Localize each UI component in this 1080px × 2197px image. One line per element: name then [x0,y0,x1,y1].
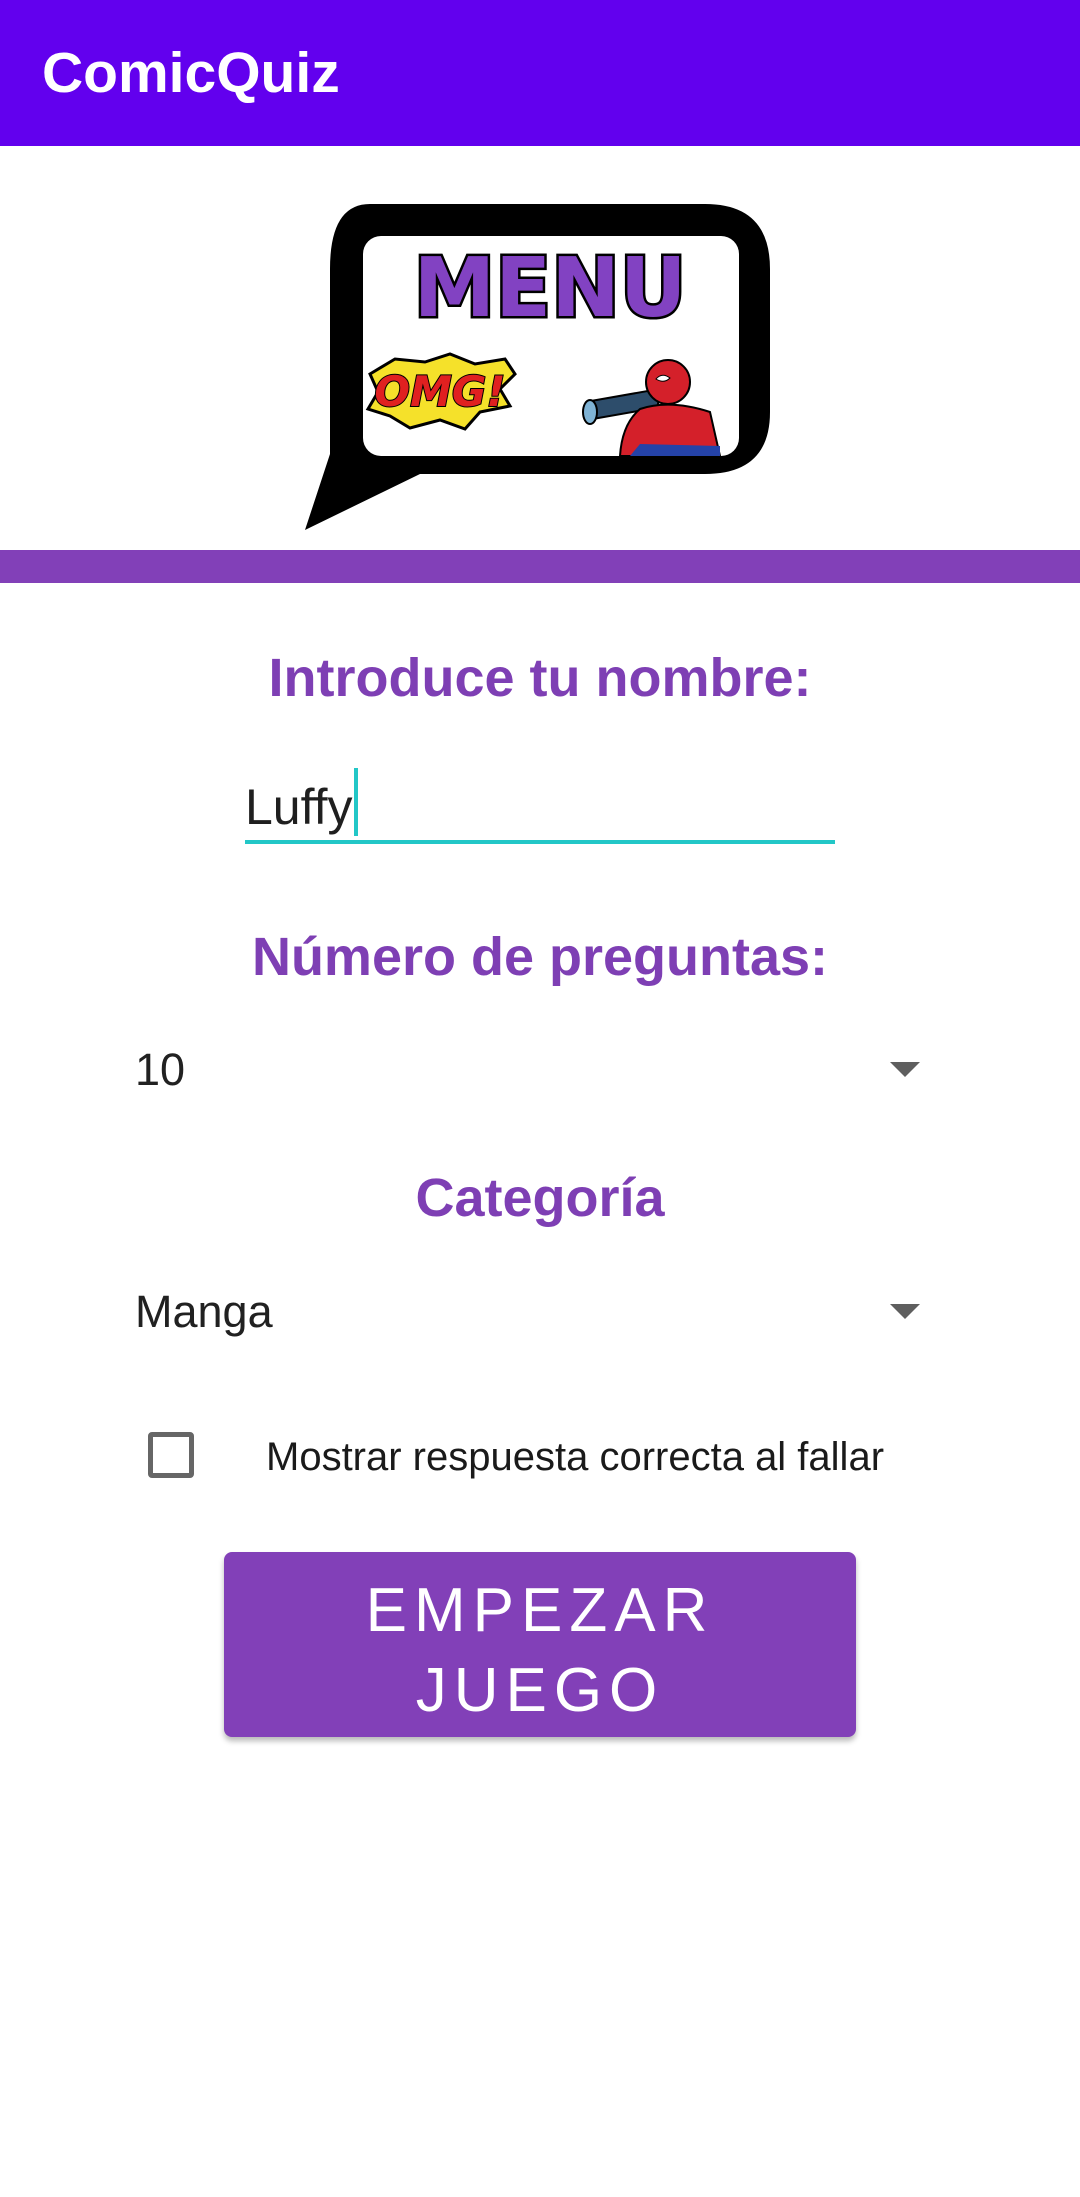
menu-speech-bubble-icon: MENU OMG! [305,204,770,530]
dropdown-arrow-icon [890,1062,920,1077]
name-input-value: Luffy [245,779,353,835]
category-heading: Categoría [415,1168,665,1228]
show-answer-label: Mostrar respuesta correcta al fallar [266,1435,885,1479]
name-input[interactable]: Luffy [245,758,835,844]
start-game-button[interactable]: EMPEZAR JUEGO [224,1552,856,1737]
menu-banner-image: MENU OMG! [300,184,780,532]
questions-count-dropdown[interactable]: 10 [135,1032,930,1112]
category-dropdown[interactable]: Manga [135,1274,930,1354]
show-answer-checkbox[interactable] [148,1432,194,1478]
dropdown-arrow-icon [890,1304,920,1319]
menu-title-text: MENU [414,241,687,336]
questions-heading: Número de preguntas: [251,927,829,987]
start-button-line1: EMPEZAR [365,1575,715,1645]
show-answer-row[interactable]: Mostrar respuesta correcta al fallar [140,1420,940,1492]
app-title: ComicQuiz [42,41,340,105]
questions-count-value: 10 [135,1044,186,1095]
name-heading: Introduce tu nombre: [268,648,812,708]
section-divider [0,550,1080,583]
app-bar: ComicQuiz [0,0,1080,146]
category-value: Manga [135,1286,273,1337]
text-cursor [353,768,358,836]
svg-text:OMG!: OMG! [374,367,505,416]
start-button-line2: JUEGO [415,1655,665,1725]
